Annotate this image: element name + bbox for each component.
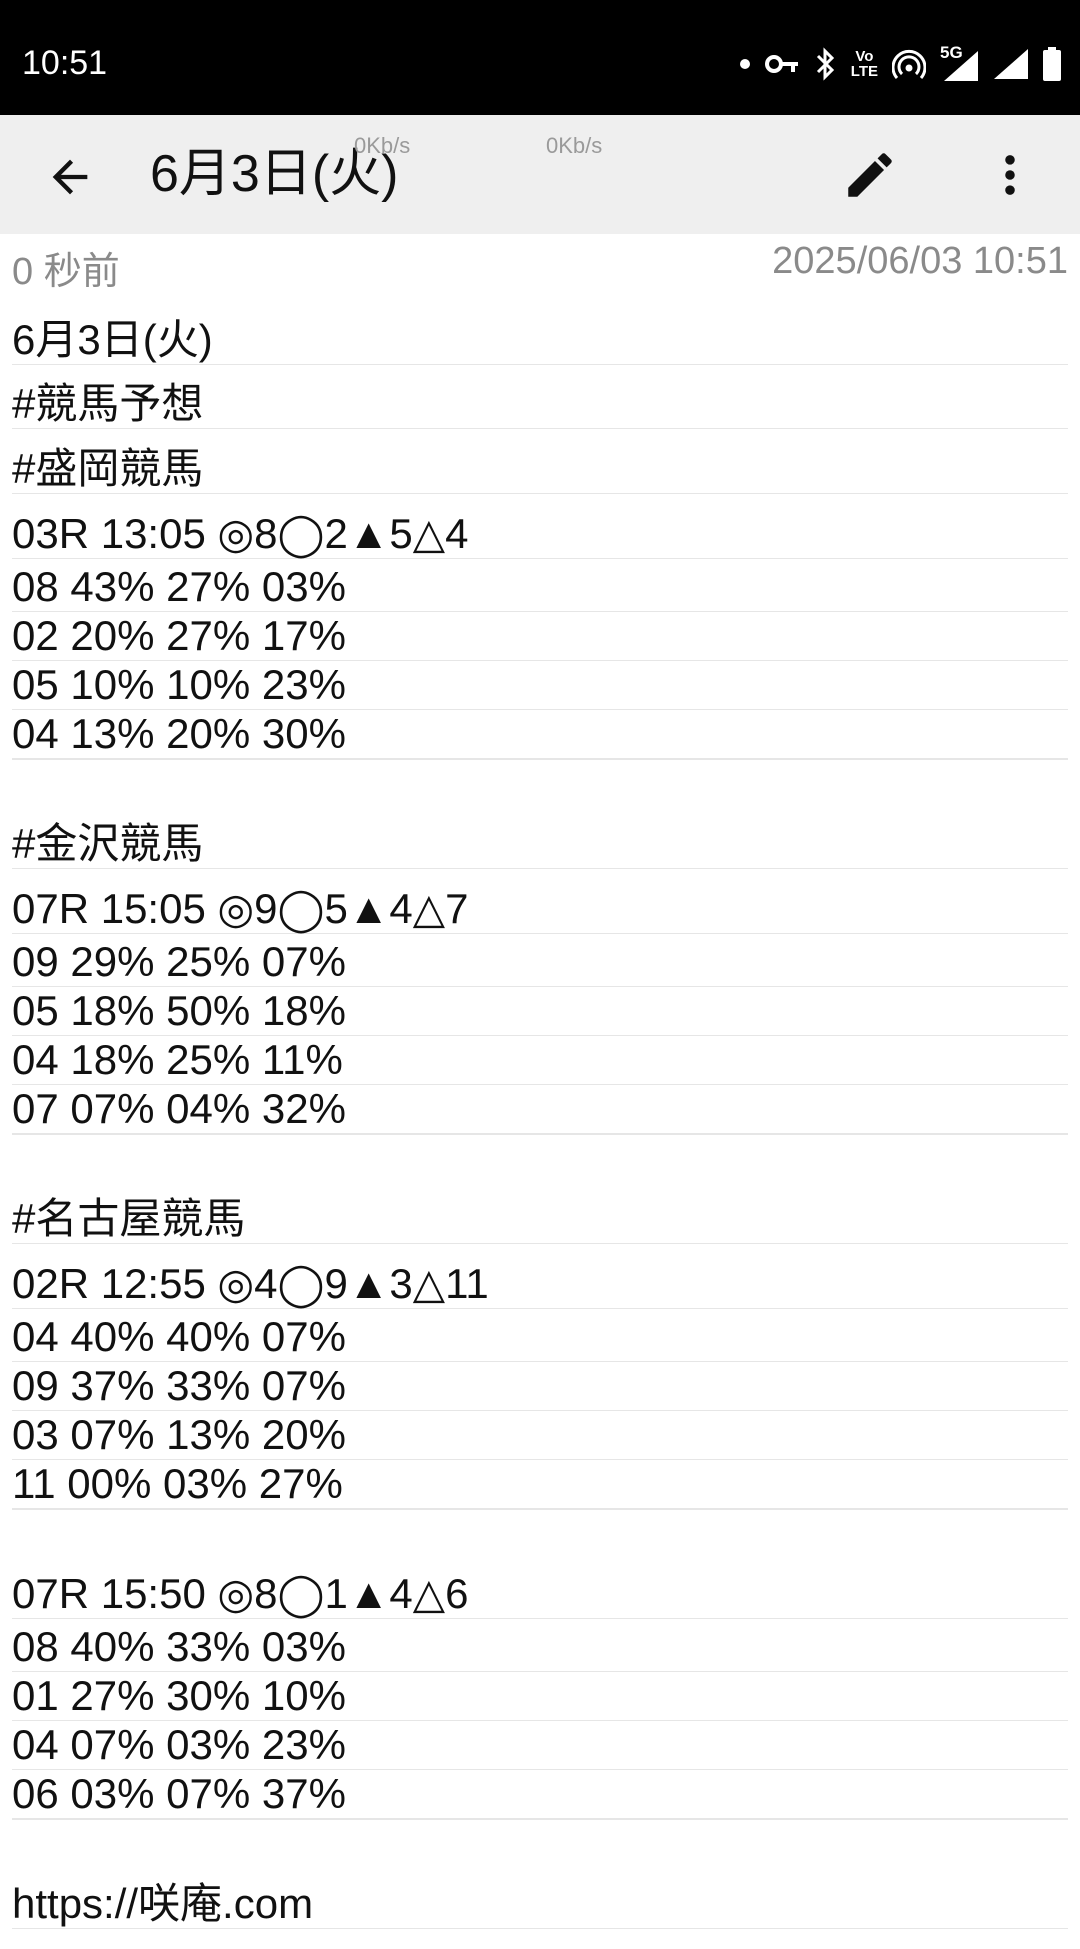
note-line: 04 07% 03% 23% <box>12 1721 1068 1770</box>
volte-bottom-label: LTE <box>850 63 878 80</box>
note-line: 03R 13:05 ◎8◯2▲5△4 <box>12 510 1068 559</box>
note-line: 06 03% 07% 37% <box>12 1770 1068 1819</box>
note-line <box>12 759 1068 760</box>
status-icons: Vo LTE 5G <box>739 43 1062 84</box>
note-line: 04 40% 40% 07% <box>12 1313 1068 1362</box>
bluetooth-icon <box>816 47 834 81</box>
note-meta: 0 秒前 2025/06/03 10:51 <box>0 240 1080 293</box>
vpn-key-icon <box>764 55 798 73</box>
app-bar: 6月3日(火) 0Kb/s 0Kb/s <box>0 115 1080 234</box>
note-line: 01 27% 30% 10% <box>12 1672 1068 1721</box>
note-line: 05 18% 50% 18% <box>12 987 1068 1036</box>
note-line: 05 10% 10% 23% <box>12 661 1068 710</box>
more-options-button[interactable] <box>976 141 1044 209</box>
download-speed: 0Kb/s <box>546 133 603 158</box>
note-line: 04 13% 20% 30% <box>12 710 1068 759</box>
note-line: 03 07% 13% 20% <box>12 1411 1068 1460</box>
battery-icon <box>1043 47 1061 81</box>
upload-speed: 0Kb/s <box>354 133 411 158</box>
status-time: 10:51 <box>22 44 108 82</box>
note-line <box>12 1819 1068 1820</box>
note-line: 07 07% 04% 32% <box>12 1085 1068 1134</box>
5g-signal-icon: 5G <box>940 43 980 81</box>
note-line: 04 18% 25% 11% <box>12 1036 1068 1085</box>
relative-time: 0 秒前 <box>12 251 120 293</box>
back-button[interactable] <box>36 143 104 211</box>
hotspot-icon <box>892 49 926 79</box>
note-line <box>12 1509 1068 1510</box>
note-line: 08 40% 33% 03% <box>12 1623 1068 1672</box>
note-line: 11 00% 03% 27% <box>12 1460 1068 1509</box>
arrow-back-icon <box>52 159 88 195</box>
note-line: 02 20% 27% 17% <box>12 612 1068 661</box>
volte-icon: Vo LTE <box>851 49 878 79</box>
note-line: 07R 15:05 ◎9◯5▲4△7 <box>12 885 1068 934</box>
more-vert-icon <box>1005 155 1015 195</box>
pencil-icon <box>848 153 892 197</box>
note-line: 09 37% 33% 07% <box>12 1362 1068 1411</box>
note-line <box>12 1134 1068 1135</box>
status-bar: 10:51 Vo LTE 5G <box>0 0 1080 115</box>
note-line: #金沢競馬 <box>12 820 1068 869</box>
note-line: 07R 15:50 ◎8◯1▲4△6 <box>12 1570 1068 1619</box>
note-line: 02R 12:55 ◎4◯9▲3△11 <box>12 1260 1068 1309</box>
edit-button[interactable] <box>836 141 904 209</box>
timestamp: 2025/06/03 10:51 <box>772 240 1068 282</box>
note-line: #競馬予想 <box>12 380 1068 429</box>
note-line: 6月3日(火) <box>12 316 1068 365</box>
volte-top-label: Vo <box>855 48 874 65</box>
signal-icon <box>994 49 1028 79</box>
note-line: 08 43% 27% 03% <box>12 563 1068 612</box>
note-line: https://咲庵.com <box>12 1880 1068 1929</box>
note-line: #名古屋競馬 <box>12 1195 1068 1244</box>
note-line: #盛岡競馬 <box>12 445 1068 494</box>
note-line: 09 29% 25% 07% <box>12 938 1068 987</box>
dot-icon <box>739 59 750 69</box>
